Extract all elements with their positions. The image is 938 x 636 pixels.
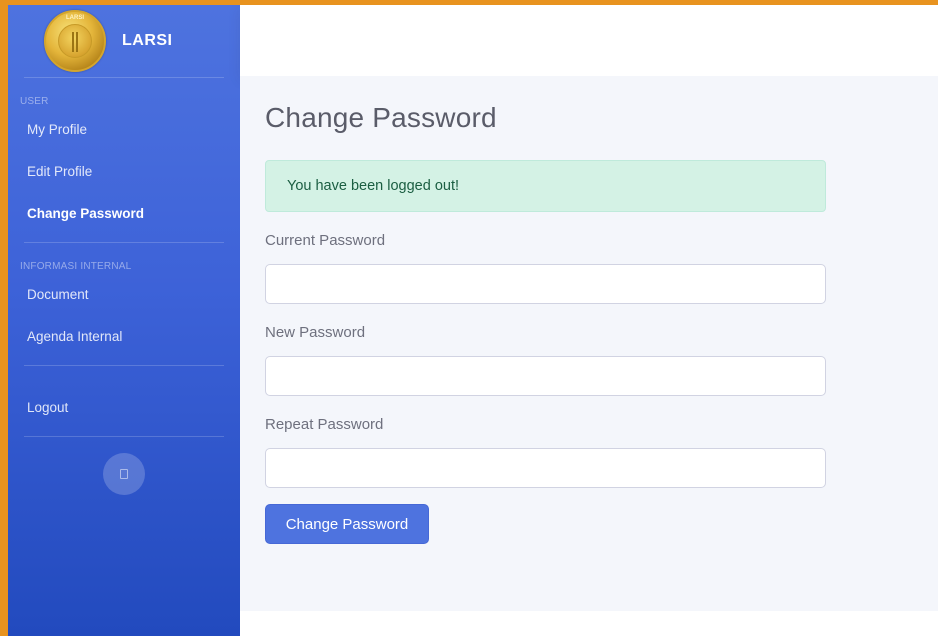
sidebar: LARSI LARSI USER My Profile Edit Profile… xyxy=(8,5,240,636)
change-password-button[interactable]: Change Password xyxy=(265,504,429,544)
topbar xyxy=(240,5,938,76)
sidebar-heading-informasi-internal: INFORMASI INTERNAL xyxy=(20,261,132,272)
sidebar-item-label: Document xyxy=(27,286,89,302)
sidebar-brand[interactable]: LARSI LARSI xyxy=(8,5,240,77)
sidebar-heading-user: USER xyxy=(20,96,49,107)
sidebar-item-label: Logout xyxy=(27,399,69,415)
sidebar-divider xyxy=(24,436,224,437)
sidebar-item-label: My Profile xyxy=(27,121,88,137)
sidebar-item-logout[interactable]: Logout xyxy=(8,386,240,428)
repeat-password-input[interactable] xyxy=(265,448,826,488)
sidebar-toggle-button[interactable] xyxy=(103,453,145,495)
footer-strip xyxy=(240,611,938,636)
sidebar-item-label: Agenda Internal xyxy=(27,328,123,344)
sidebar-toggle-icon xyxy=(120,469,128,479)
sidebar-item-edit-profile[interactable]: Edit Profile xyxy=(8,150,240,192)
content-area: Change Password You have been logged out… xyxy=(240,5,938,636)
sidebar-item-change-password[interactable]: Change Password xyxy=(8,192,240,234)
current-password-input[interactable] xyxy=(265,264,826,304)
sidebar-item-label: Change Password xyxy=(27,205,145,221)
alert-message: You have been logged out! xyxy=(287,178,460,194)
sidebar-item-document[interactable]: Document xyxy=(8,273,240,315)
sidebar-item-label: Edit Profile xyxy=(27,163,93,179)
main-content: Change Password You have been logged out… xyxy=(240,76,938,611)
sidebar-item-agenda-internal[interactable]: Agenda Internal xyxy=(8,315,240,357)
larsi-logo: LARSI xyxy=(44,10,106,72)
repeat-password-label: Repeat Password xyxy=(265,416,384,433)
logout-alert: You have been logged out! xyxy=(265,160,826,212)
new-password-label: New Password xyxy=(265,324,366,341)
sidebar-item-my-profile[interactable]: My Profile xyxy=(8,108,240,150)
logo-text: LARSI xyxy=(66,15,84,21)
logo-mark xyxy=(72,32,78,52)
sidebar-divider xyxy=(24,365,224,366)
app-frame: LARSI LARSI USER My Profile Edit Profile… xyxy=(8,5,938,636)
page-title: Change Password xyxy=(265,102,497,133)
current-password-label: Current Password xyxy=(265,232,386,249)
brand-name: LARSI xyxy=(122,32,173,49)
new-password-input[interactable] xyxy=(265,356,826,396)
